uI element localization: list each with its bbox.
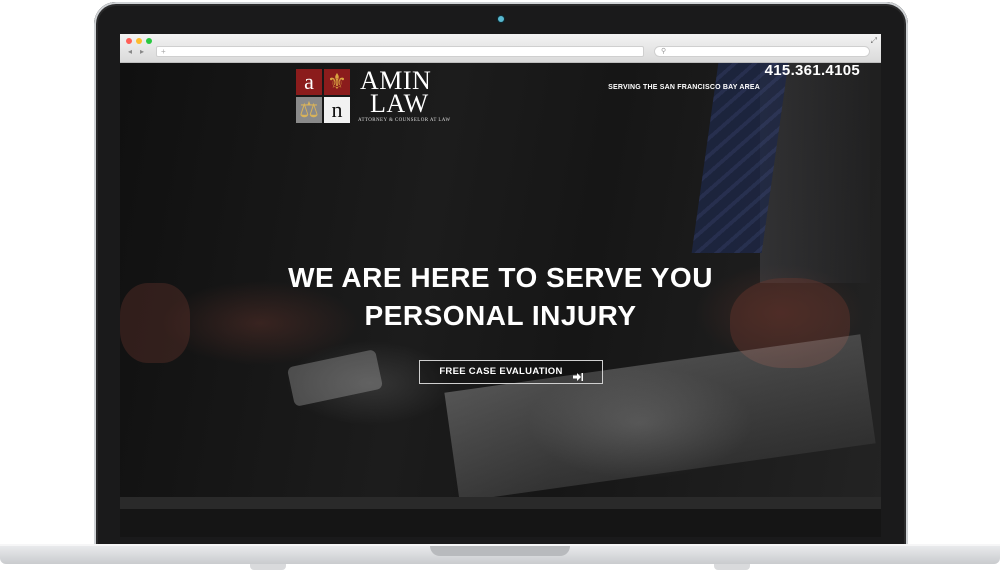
hero-line-2: PERSONAL INJURY (364, 300, 637, 331)
logo-wordmark: AMIN LAW (360, 68, 431, 118)
laptop-bezel-bottom (120, 509, 881, 537)
browser-search-field[interactable]: ⚲ (654, 46, 870, 57)
close-window-button[interactable] (126, 38, 132, 44)
maximize-window-button[interactable] (146, 38, 152, 44)
webcam (498, 16, 504, 22)
hero-line-1: WE ARE HERE TO SERVE YOU (288, 262, 713, 293)
forward-button[interactable]: ▸ (140, 48, 144, 56)
browser-toolbar: ◂ ▸ + ⚲ ⤢ (120, 34, 881, 63)
free-case-evaluation-button[interactable]: FREE CASE EVALUATION (419, 360, 603, 384)
hero-section: a ⚜ ⚖ n AMIN LAW ATTORNEY & COUNSELOR AT… (120, 63, 881, 509)
site-logo[interactable]: a ⚜ ⚖ n AMIN LAW ATTORNEY & COUNSELOR AT… (296, 68, 456, 125)
logo-tile-n: n (324, 97, 350, 123)
laptop-screen: ◂ ▸ + ⚲ ⤢ a ⚜ ⚖ n AMIN LAW ATTORNEY & CO… (120, 34, 881, 509)
page-fold-strip (120, 497, 881, 509)
fleur-de-lis-icon: ⚜ (324, 69, 350, 95)
search-icon: ⚲ (661, 48, 667, 55)
logo-tagline: ATTORNEY & COUNSELOR AT LAW (358, 118, 451, 123)
logo-tile-a: a (296, 69, 322, 95)
address-bar[interactable]: + (156, 46, 644, 57)
background-photo-cuff (286, 349, 384, 407)
logo-name-line2: LAW (370, 89, 429, 118)
laptop-foot (250, 564, 286, 570)
cta-label: FREE CASE EVALUATION (439, 366, 563, 377)
back-button[interactable]: ◂ (128, 48, 132, 56)
fullscreen-icon[interactable]: ⤢ (871, 36, 877, 46)
new-tab-icon[interactable]: + (161, 47, 166, 56)
laptop-foot (714, 564, 750, 570)
scales-of-justice-icon: ⚖ (296, 97, 322, 123)
sign-in-icon (572, 368, 583, 381)
minimize-window-button[interactable] (136, 38, 142, 44)
laptop-open-notch (430, 546, 570, 556)
hero-heading: WE ARE HERE TO SERVE YOU PERSONAL INJURY (120, 259, 881, 335)
phone-number-link[interactable]: 415.361.4105 (660, 63, 860, 80)
service-area-text: SERVING THE SAN FRANCISCO BAY AREA (608, 84, 760, 91)
